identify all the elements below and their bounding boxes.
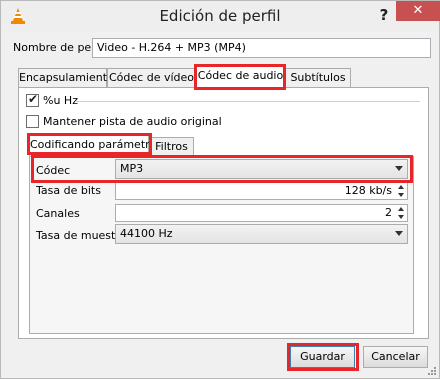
tab-audio-codec[interactable]: Códec de audio	[196, 66, 285, 88]
spin-down-icon[interactable]	[397, 213, 406, 220]
tab-subtitles[interactable]: Subtítulos	[285, 68, 351, 88]
profile-edit-dialog: Edición de perfil ? ✕ Nombre de perfil V…	[0, 0, 440, 379]
spin-down-icon[interactable]	[397, 191, 406, 198]
bitrate-label: Tasa de bits	[36, 184, 101, 197]
codec-label: Códec	[36, 164, 71, 177]
subtab-encoding-params[interactable]: Codificando parámetros	[29, 135, 162, 157]
keep-original-checkbox[interactable]	[26, 115, 39, 128]
bitrate-value: 128 kb/s	[344, 184, 392, 197]
spin-up-icon[interactable]	[397, 206, 406, 213]
chevron-down-icon	[395, 166, 403, 171]
checkmark-icon: ✔	[28, 92, 39, 106]
channels-spinbox[interactable]: 2	[115, 204, 408, 222]
channels-label: Canales	[36, 207, 80, 220]
bitrate-spinbox[interactable]: 128 kb/s	[115, 182, 408, 200]
tab-encapsulation[interactable]: Encapsulamiento	[18, 68, 114, 88]
close-button[interactable]: ✕	[396, 1, 440, 21]
keep-original-label: Mantener pista de audio original	[43, 115, 222, 128]
audio-enable-checkbox[interactable]: ✔	[26, 92, 39, 107]
profile-name-input[interactable]: Video - H.264 + MP3 (MP4)	[92, 38, 431, 58]
samplerate-value: 44100 Hz	[120, 227, 173, 240]
codec-select[interactable]: MP3	[115, 159, 408, 179]
cancel-button[interactable]: Cancelar	[363, 346, 428, 368]
save-button[interactable]: Guardar	[290, 346, 355, 368]
samplerate-select[interactable]: 44100 Hz	[115, 224, 408, 244]
audio-enable-label: %u Hz	[43, 94, 78, 107]
divider	[75, 101, 420, 102]
spin-up-icon[interactable]	[397, 184, 406, 191]
chevron-down-icon	[395, 231, 403, 236]
channels-value: 2	[385, 206, 392, 219]
tab-video-codec[interactable]: Códec de vídeo	[107, 68, 196, 88]
title-bar: Edición de perfil ? ✕	[1, 1, 440, 31]
help-button[interactable]: ?	[373, 4, 395, 26]
codec-value: MP3	[120, 162, 144, 175]
resize-grip-icon[interactable]	[427, 366, 437, 376]
subtab-filters[interactable]: Filtros	[149, 137, 194, 157]
